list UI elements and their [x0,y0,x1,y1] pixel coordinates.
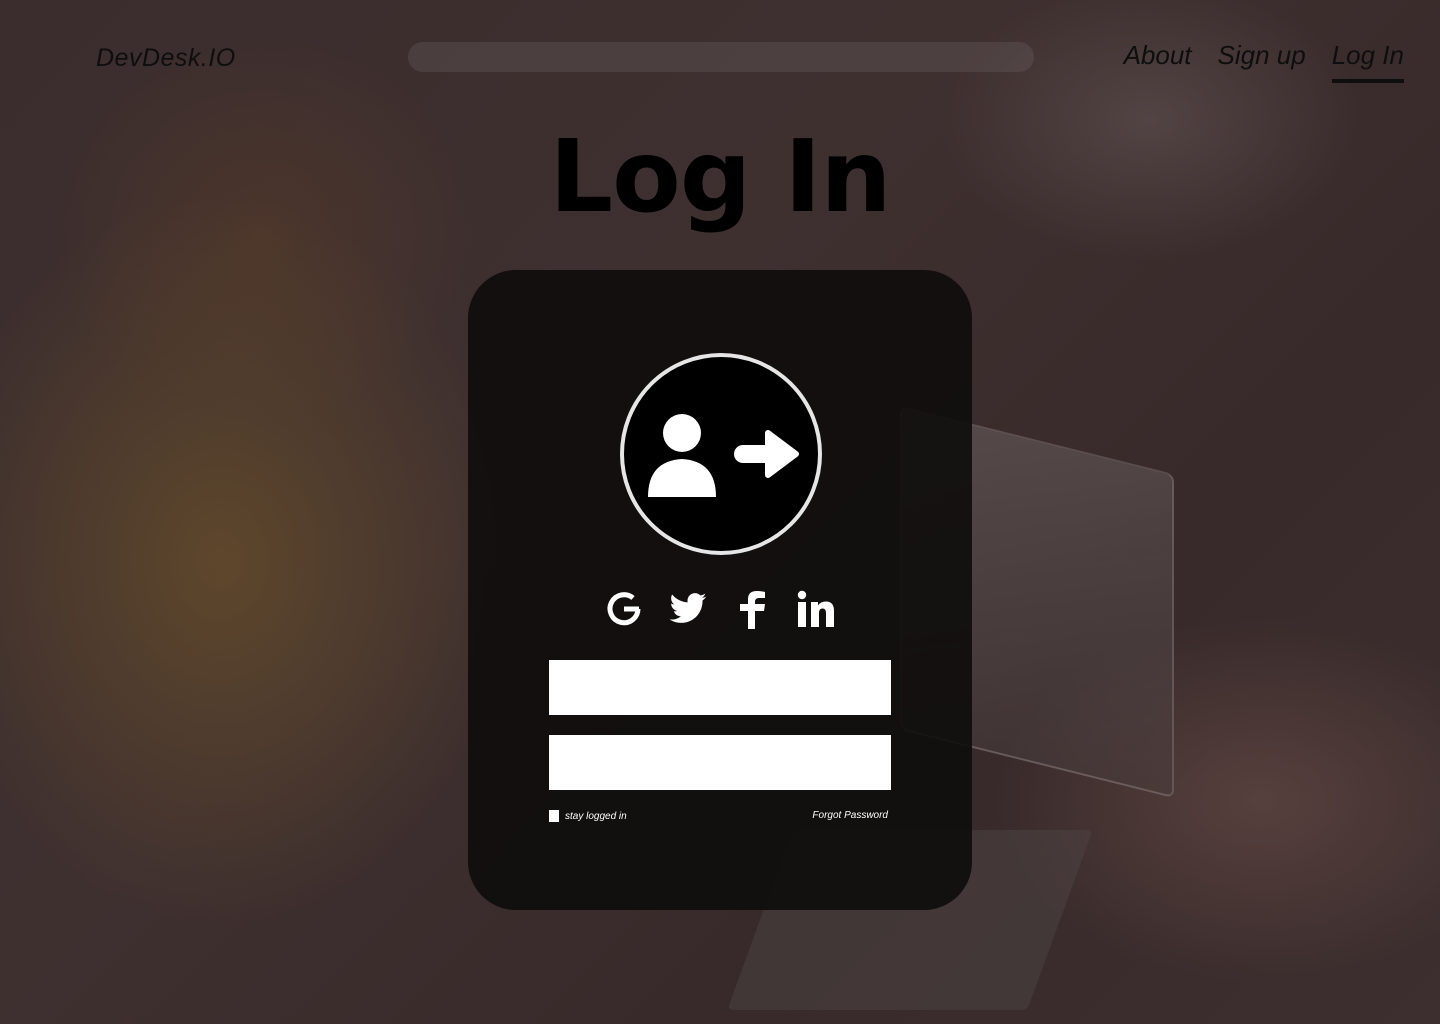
page-title: Log In [549,118,891,235]
nav-login-link[interactable]: Log In [1331,40,1404,83]
facebook-icon[interactable] [731,588,773,630]
password-field[interactable] [549,735,891,790]
stay-logged-in-option: stay logged in [549,810,627,822]
brand-logo[interactable]: DevDesk.IO [96,44,236,73]
login-card: stay logged in Forgot Password [468,270,972,910]
stay-logged-in-checkbox[interactable] [549,810,559,822]
stay-logged-in-label: stay logged in [565,810,627,822]
social-login-row [468,588,972,630]
forgot-password-link[interactable]: Forgot Password [812,810,888,821]
twitter-icon[interactable] [667,588,709,630]
nav-signup-link[interactable]: Sign up [1218,40,1306,83]
google-icon[interactable] [603,588,645,630]
background-lamp [408,42,1034,72]
username-field[interactable] [549,660,891,715]
user-login-icon [620,353,822,555]
top-nav: About Sign up Log In [1124,40,1404,83]
nav-about-link[interactable]: About [1124,40,1192,83]
linkedin-icon[interactable] [795,588,837,630]
